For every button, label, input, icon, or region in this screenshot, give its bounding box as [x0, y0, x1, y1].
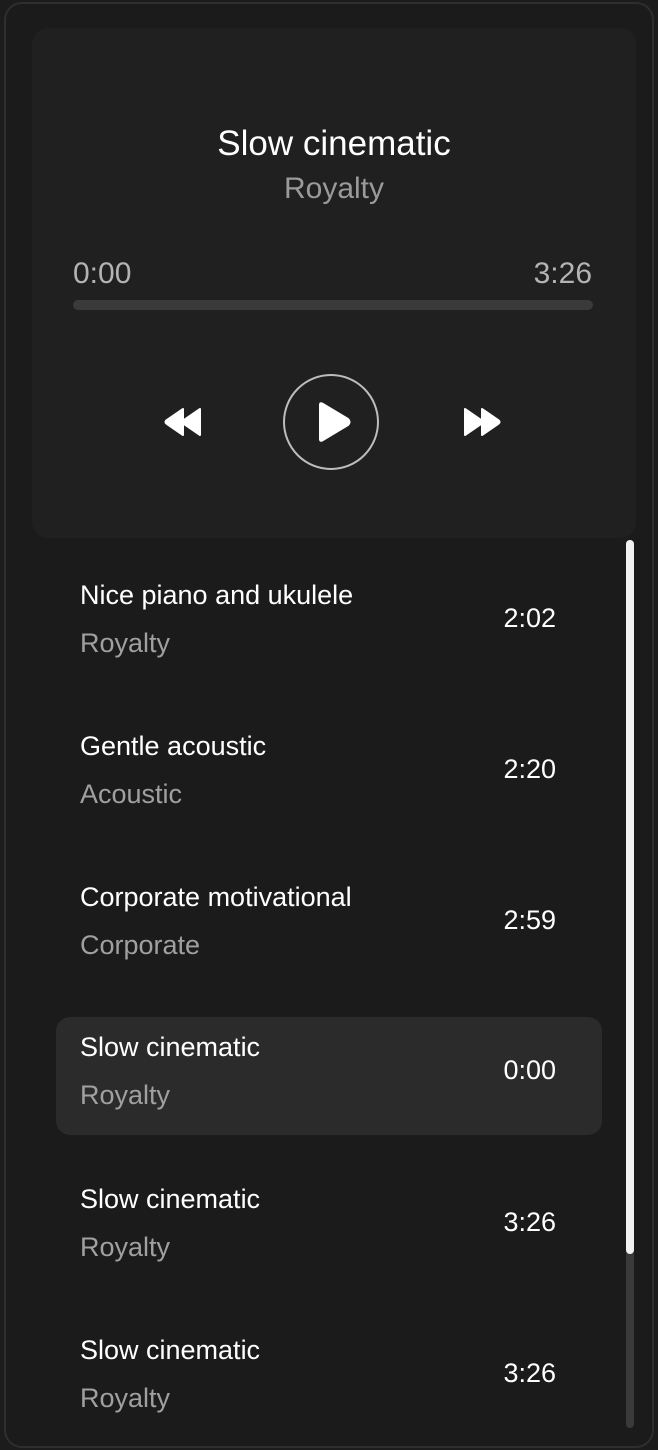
now-playing-title: Slow cinematic: [217, 124, 451, 163]
play-icon: [319, 402, 351, 442]
track-artist: Royalty: [80, 628, 171, 658]
track-duration: 2:02: [503, 603, 556, 633]
progress-bar[interactable]: [73, 300, 593, 310]
track-list: Nice piano and ukulele Royalty 2:02 Gent…: [6, 540, 652, 1446]
track-artist: Corporate: [80, 930, 201, 960]
track-artist: Royalty: [80, 1383, 171, 1413]
track-row[interactable]: Nice piano and ukulele Royalty 2:02: [56, 565, 602, 683]
track-duration: 3:26: [503, 1358, 556, 1388]
fast-forward-icon: [464, 408, 501, 436]
track-artist: Acoustic: [80, 779, 183, 809]
play-button[interactable]: [283, 374, 379, 470]
music-player: Slow cinematic Royalty 0:00 3:26 Nice pi…: [4, 2, 654, 1448]
track-duration: 3:26: [503, 1207, 556, 1237]
track-duration: 0:00: [503, 1055, 556, 1085]
track-duration: 2:59: [503, 905, 556, 935]
track-title: Slow cinematic: [80, 1032, 261, 1062]
track-row[interactable]: Gentle acoustic Acoustic 2:20: [56, 716, 602, 834]
track-title: Slow cinematic: [80, 1335, 261, 1365]
track-row[interactable]: Slow cinematic Royalty 3:26: [56, 1320, 602, 1438]
total-time: 3:26: [533, 257, 592, 290]
scrollbar-thumb[interactable]: [626, 540, 634, 1254]
track-artist: Royalty: [80, 1080, 171, 1110]
rewind-icon: [164, 408, 201, 436]
track-title: Corporate motivational: [80, 882, 352, 912]
track-row[interactable]: Corporate motivational Corporate 2:59: [56, 867, 602, 985]
fast-forward-button[interactable]: [459, 400, 503, 444]
track-title: Nice piano and ukulele: [80, 580, 354, 610]
track-title: Slow cinematic: [80, 1184, 261, 1214]
track-row[interactable]: Slow cinematic Royalty 3:26: [56, 1169, 602, 1287]
track-duration: 2:20: [503, 754, 556, 784]
track-artist: Royalty: [80, 1232, 171, 1262]
now-playing-artist: Royalty: [283, 172, 385, 205]
track-title: Gentle acoustic: [80, 731, 267, 761]
rewind-button[interactable]: [162, 400, 206, 444]
scrollbar[interactable]: [626, 540, 634, 1428]
now-playing-panel: Slow cinematic Royalty 0:00 3:26: [32, 28, 636, 538]
track-row-active[interactable]: Slow cinematic Royalty 0:00: [56, 1017, 602, 1135]
current-time: 0:00: [73, 257, 132, 290]
